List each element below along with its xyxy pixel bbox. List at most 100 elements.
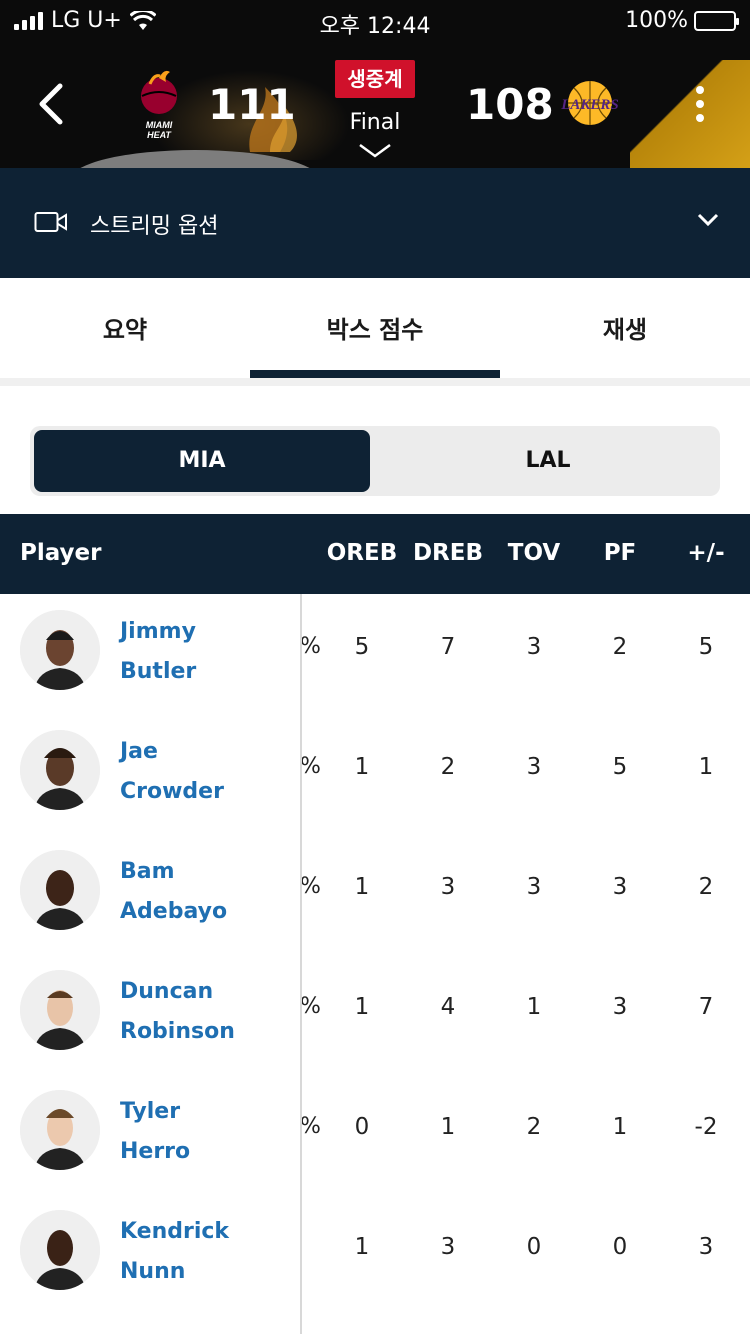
player-first-name: Bam xyxy=(120,859,175,884)
clipped-cell: % xyxy=(300,754,321,779)
stat-tov: 2 xyxy=(526,1114,542,1140)
stat-pf: 2 xyxy=(612,634,628,660)
divider xyxy=(0,378,750,386)
streaming-options-bar[interactable]: 스트리밍 옵션 xyxy=(0,168,750,278)
player-first-name: Duncan xyxy=(120,979,214,1004)
stat-tov: 0 xyxy=(526,1234,542,1260)
tab-play-by-play[interactable]: 재생 xyxy=(500,278,750,378)
stat-pf: 0 xyxy=(612,1234,628,1260)
player-name-link[interactable]: Bam Adebayo xyxy=(120,852,290,932)
team-toggle: MIA LAL xyxy=(30,426,720,496)
tab-bar: 요약 박스 점수 재생 xyxy=(0,278,750,378)
stat-tov: 3 xyxy=(526,754,542,780)
stat-oreb: 1 xyxy=(354,874,370,900)
player-first-name: Kendrick xyxy=(120,1219,230,1244)
streaming-options-label: 스트리밍 옵션 xyxy=(90,214,219,239)
miami-heat-logo-icon[interactable]: MIAMI HEAT xyxy=(130,68,188,140)
tab-box-score[interactable]: 박스 점수 xyxy=(250,278,500,378)
clipped-cell: % xyxy=(300,874,321,899)
column-header-plus-minus[interactable]: +/- xyxy=(663,540,749,566)
player-first-name: Jae xyxy=(120,739,158,764)
status-bar: LG U+ 오후 12:44 100% xyxy=(0,0,750,44)
tab-summary[interactable]: 요약 xyxy=(0,278,250,378)
player-avatar[interactable] xyxy=(20,1090,100,1170)
stat-dreb: 4 xyxy=(440,994,456,1020)
column-header-tov[interactable]: TOV xyxy=(491,540,577,566)
team-toggle-lal[interactable]: LAL xyxy=(380,430,716,492)
player-name-link[interactable]: Duncan Robinson xyxy=(120,972,290,1052)
home-score: 111 xyxy=(208,80,296,129)
player-avatar[interactable] xyxy=(20,730,100,810)
column-header-player: Player xyxy=(20,540,102,566)
player-avatar[interactable] xyxy=(20,1210,100,1290)
table-row: Jae Crowder % 1 2 3 5 1 xyxy=(0,714,750,834)
stat-oreb: 5 xyxy=(354,634,370,660)
stat-plus-minus: 7 xyxy=(698,994,714,1020)
box-score-rows: Jimmy Butler % 5 7 3 2 5 Jae Crowder % 1… xyxy=(0,594,750,1334)
player-first-name: Tyler xyxy=(120,1099,181,1124)
player-last-name: Crowder xyxy=(120,779,224,804)
svg-text:LAKERS: LAKERS xyxy=(560,97,619,113)
player-avatar[interactable] xyxy=(20,970,100,1050)
table-row: Jimmy Butler % 5 7 3 2 5 xyxy=(0,594,750,714)
column-header-oreb[interactable]: OREB xyxy=(319,540,405,566)
player-avatar[interactable] xyxy=(20,610,100,690)
player-last-name: Butler xyxy=(120,659,197,684)
stat-plus-minus: 3 xyxy=(698,1234,714,1260)
battery-group: 100% xyxy=(625,8,739,33)
clipped-cell: % xyxy=(300,994,321,1019)
clipped-cell: % xyxy=(300,1114,321,1139)
stat-plus-minus: 5 xyxy=(698,634,714,660)
live-button[interactable]: 생중계 xyxy=(335,60,415,98)
back-button[interactable] xyxy=(32,82,72,126)
stat-dreb: 7 xyxy=(440,634,456,660)
player-avatar[interactable] xyxy=(20,850,100,930)
table-row: Tyler Herro % 0 1 2 1 -2 xyxy=(0,1074,750,1194)
player-last-name: Nunn xyxy=(120,1259,186,1284)
stat-pf: 5 xyxy=(612,754,628,780)
stat-oreb: 1 xyxy=(354,994,370,1020)
frozen-column-divider xyxy=(300,594,302,1334)
battery-icon xyxy=(694,10,739,31)
player-last-name: Adebayo xyxy=(120,899,228,924)
more-options-icon[interactable] xyxy=(688,84,712,124)
stat-dreb: 3 xyxy=(440,874,456,900)
table-row: Kendrick Nunn 1 3 0 0 3 xyxy=(0,1194,750,1314)
stat-pf: 3 xyxy=(612,874,628,900)
player-last-name: Herro xyxy=(120,1139,191,1164)
box-score-header: Player OREB DREB TOV PF +/- xyxy=(0,514,750,594)
team-toggle-mia[interactable]: MIA xyxy=(34,430,370,492)
table-row: Duncan Robinson % 1 4 1 3 7 xyxy=(0,954,750,1074)
player-name-link[interactable]: Kendrick Nunn xyxy=(120,1212,290,1292)
game-status-label: Final xyxy=(349,110,401,135)
battery-percent: 100% xyxy=(625,8,688,33)
stat-dreb: 3 xyxy=(440,1234,456,1260)
video-camera-icon xyxy=(34,212,67,232)
stat-dreb: 1 xyxy=(440,1114,456,1140)
chevron-down-icon[interactable] xyxy=(696,212,720,228)
stat-pf: 1 xyxy=(612,1114,628,1140)
stat-pf: 3 xyxy=(612,994,628,1020)
stat-plus-minus: 2 xyxy=(698,874,714,900)
player-name-link[interactable]: Tyler Herro xyxy=(120,1092,290,1172)
player-first-name: Jimmy xyxy=(120,619,196,644)
column-header-pf[interactable]: PF xyxy=(577,540,663,566)
stat-oreb: 1 xyxy=(354,754,370,780)
stat-tov: 3 xyxy=(526,634,542,660)
player-name-link[interactable]: Jae Crowder xyxy=(120,732,290,812)
stat-dreb: 2 xyxy=(440,754,456,780)
stat-oreb: 0 xyxy=(354,1114,370,1140)
stat-tov: 3 xyxy=(526,874,542,900)
lakers-logo-icon[interactable]: LAKERS xyxy=(554,78,626,128)
stat-plus-minus: 1 xyxy=(698,754,714,780)
svg-text:MIAMI: MIAMI xyxy=(146,120,173,130)
table-row: Bam Adebayo % 1 3 3 3 2 xyxy=(0,834,750,954)
clipped-cell: % xyxy=(300,634,321,659)
chevron-down-icon[interactable] xyxy=(358,143,392,159)
player-last-name: Robinson xyxy=(120,1019,235,1044)
away-score: 108 xyxy=(466,80,554,129)
stat-oreb: 1 xyxy=(354,1234,370,1260)
stat-plus-minus: -2 xyxy=(694,1114,718,1140)
player-name-link[interactable]: Jimmy Butler xyxy=(120,612,290,692)
column-header-dreb[interactable]: DREB xyxy=(405,540,491,566)
